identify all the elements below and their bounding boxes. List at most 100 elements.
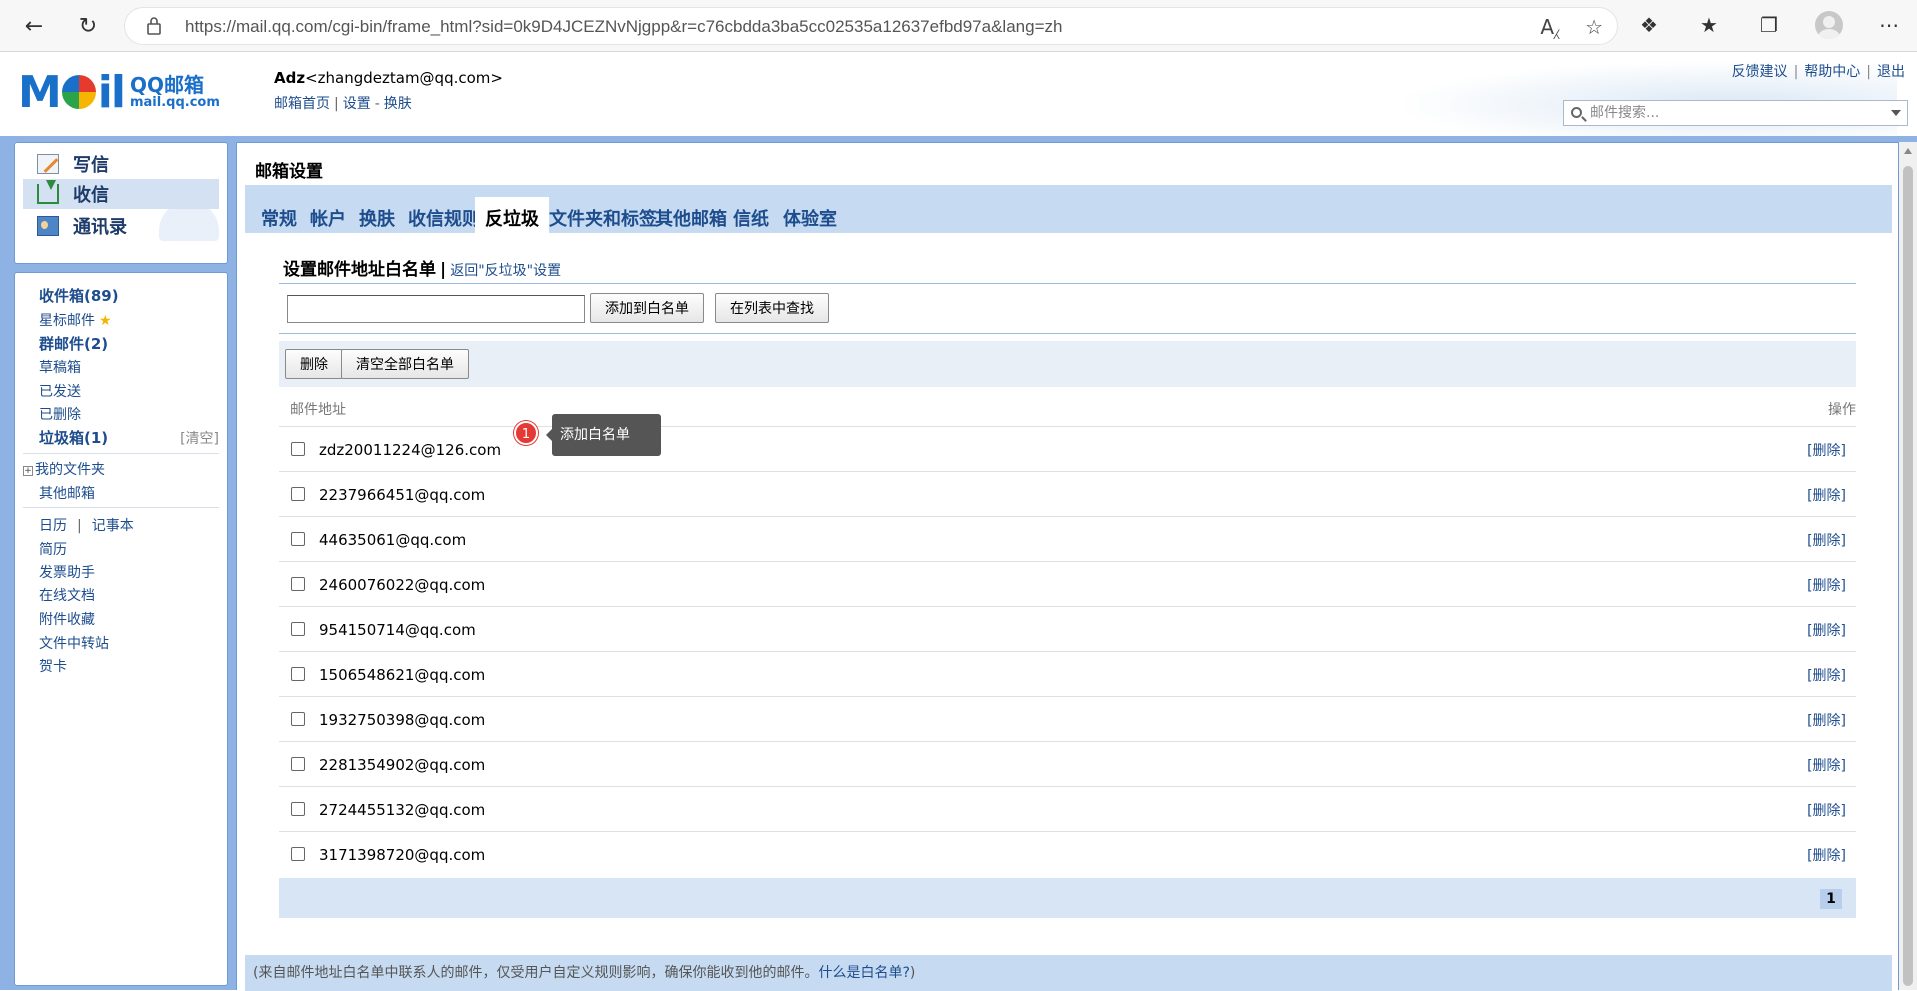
tab-antispam[interactable]: 反垃圾: [475, 197, 549, 233]
row-delete-link[interactable]: [删除]: [1807, 440, 1846, 460]
read-aloud-icon[interactable]: A⁁: [1540, 15, 1559, 39]
logout-link[interactable]: 退出: [1877, 64, 1905, 80]
pencil-icon: [37, 154, 59, 174]
skin-link[interactable]: 换肤: [384, 96, 412, 112]
address-bar[interactable]: https://mail.qq.com/cgi-bin/frame_html?s…: [124, 7, 1618, 45]
settings-panel: 邮箱设置 常规 帐户 换肤 收信规则 反垃圾 文件夹和标签 其他邮箱 信纸 体验…: [236, 142, 1899, 991]
page-number[interactable]: 1: [1820, 889, 1842, 909]
sidebar-item-resume[interactable]: 简历: [39, 539, 67, 559]
row-checkbox[interactable]: [291, 847, 305, 861]
contacts-button[interactable]: 通讯录: [23, 211, 219, 241]
row-checkbox[interactable]: [291, 667, 305, 681]
row-checkbox[interactable]: [291, 577, 305, 591]
receive-button[interactable]: 收信: [23, 179, 219, 209]
row-delete-link[interactable]: [删除]: [1807, 710, 1846, 730]
sidebar-item-inbox[interactable]: 收件箱(89): [39, 285, 119, 306]
sidebar-item-deleted[interactable]: 已删除: [39, 404, 81, 424]
whitelist-address-input[interactable]: [287, 295, 585, 323]
sidebar-item-other-mail[interactable]: 其他邮箱: [39, 483, 95, 503]
tab-stationery[interactable]: 信纸: [723, 197, 779, 233]
row-checkbox[interactable]: [291, 487, 305, 501]
sidebar-item-notepad[interactable]: 记事本: [92, 518, 134, 534]
row-checkbox[interactable]: [291, 532, 305, 546]
row-delete-link[interactable]: [删除]: [1807, 485, 1846, 505]
row-delete-link[interactable]: [删除]: [1807, 665, 1846, 685]
sidebar-item-starred[interactable]: 星标邮件 ★: [39, 310, 112, 330]
row-address: 2237966451@qq.com: [319, 486, 486, 504]
mail-header: Mil QQ邮箱 mail.qq.com Adz<zhangdeztam@qq.…: [0, 53, 1917, 139]
sidebar-item-transfer[interactable]: 文件中转站: [39, 633, 109, 653]
row-address: 3171398720@qq.com: [319, 846, 486, 864]
row-delete-link[interactable]: [删除]: [1807, 800, 1846, 820]
sidebar-item-docs[interactable]: 在线文档: [39, 585, 95, 605]
clear-spam-link[interactable]: [清空]: [180, 428, 219, 448]
scroll-thumb[interactable]: [1903, 166, 1913, 986]
sidebar-item-spam[interactable]: 垃圾箱(1): [39, 427, 108, 448]
sidebar-item-my-folders[interactable]: + 我的文件夹: [23, 459, 105, 479]
feedback-link[interactable]: 反馈建议: [1732, 64, 1788, 80]
row-checkbox[interactable]: [291, 442, 305, 456]
sidebar-item-calendar[interactable]: 日历: [39, 518, 67, 534]
reload-icon[interactable]: ↻: [72, 10, 104, 42]
extensions-icon[interactable]: ❖: [1634, 10, 1664, 40]
table-row: 2281354902@qq.com [删除]: [279, 742, 1856, 787]
row-delete-link[interactable]: [删除]: [1807, 575, 1846, 595]
row-checkbox[interactable]: [291, 757, 305, 771]
table-row: 954150714@qq.com [删除]: [279, 607, 1856, 652]
sidebar-item-group[interactable]: 群邮件(2): [39, 333, 108, 354]
mail-search-input[interactable]: 邮件搜索...: [1563, 100, 1908, 126]
collections-icon[interactable]: ❐: [1754, 10, 1784, 40]
more-icon[interactable]: ⋯: [1874, 10, 1904, 40]
clear-whitelist-button[interactable]: 清空全部白名单: [341, 349, 469, 379]
write-button[interactable]: 写信: [23, 149, 219, 179]
download-icon: [37, 180, 59, 204]
row-delete-link[interactable]: [删除]: [1807, 530, 1846, 550]
sidebar-item-invoice[interactable]: 发票助手: [39, 562, 95, 582]
row-delete-link[interactable]: [删除]: [1807, 620, 1846, 640]
mail-home-link[interactable]: 邮箱首页: [274, 96, 330, 112]
profile-avatar[interactable]: [1814, 10, 1844, 40]
vertical-scrollbar[interactable]: [1899, 142, 1917, 990]
add-favorite-icon[interactable]: ☆: [1585, 15, 1603, 39]
row-checkbox[interactable]: [291, 622, 305, 636]
column-header-address: 邮件地址: [290, 402, 346, 418]
list-toolbar: 删除 清空全部白名单: [279, 341, 1856, 387]
whitelist-info-note: (来自邮件地址白名单中联系人的邮件，仅受用户自定义规则影响，确保你能收到他的邮件…: [245, 955, 1892, 991]
qqmail-logo[interactable]: Mil QQ邮箱 mail.qq.com: [18, 67, 220, 118]
tab-lab[interactable]: 体验室: [773, 197, 847, 233]
back-to-antispam-link[interactable]: 返回"反垃圾"设置: [450, 263, 561, 279]
row-delete-link[interactable]: [删除]: [1807, 845, 1846, 865]
settings-link[interactable]: 设置: [343, 96, 371, 112]
find-in-list-button[interactable]: 在列表中查找: [715, 293, 829, 323]
add-to-whitelist-button[interactable]: 添加到白名单: [590, 293, 704, 323]
back-icon[interactable]: ←: [18, 10, 50, 42]
scroll-up-icon[interactable]: [1904, 148, 1912, 154]
what-is-whitelist-link[interactable]: 什么是白名单?: [818, 965, 909, 981]
chevron-down-icon[interactable]: [1891, 110, 1901, 116]
tab-general[interactable]: 常规: [251, 197, 307, 233]
row-address: 2724455132@qq.com: [319, 801, 486, 819]
sidebar-item-attachments[interactable]: 附件收藏: [39, 609, 95, 629]
star-icon: ★: [99, 313, 112, 329]
table-row: 1932750398@qq.com [删除]: [279, 697, 1856, 742]
row-address: 2460076022@qq.com: [319, 576, 486, 594]
column-header-action: 操作: [1828, 402, 1856, 418]
favorites-icon[interactable]: ★: [1694, 10, 1724, 40]
tab-skin[interactable]: 换肤: [349, 197, 405, 233]
sidebar-item-sent[interactable]: 已发送: [39, 381, 81, 401]
row-address: 954150714@qq.com: [319, 621, 476, 639]
row-address: 1506548621@qq.com: [319, 666, 486, 684]
sidebar-item-drafts[interactable]: 草稿箱: [39, 357, 81, 377]
delete-button[interactable]: 删除: [285, 349, 343, 379]
row-checkbox[interactable]: [291, 712, 305, 726]
section-title: 设置邮件地址白名单 | 返回"反垃圾"设置: [283, 260, 562, 280]
row-checkbox[interactable]: [291, 802, 305, 816]
table-row: 1506548621@qq.com [删除]: [279, 652, 1856, 697]
row-delete-link[interactable]: [删除]: [1807, 755, 1846, 775]
tab-account[interactable]: 帐户: [300, 197, 356, 233]
row-address: 2281354902@qq.com: [319, 756, 486, 774]
sidebar-item-cards[interactable]: 贺卡: [39, 656, 67, 676]
step-badge: 1: [514, 421, 538, 445]
expand-icon[interactable]: +: [23, 466, 33, 476]
help-link[interactable]: 帮助中心: [1804, 64, 1860, 80]
